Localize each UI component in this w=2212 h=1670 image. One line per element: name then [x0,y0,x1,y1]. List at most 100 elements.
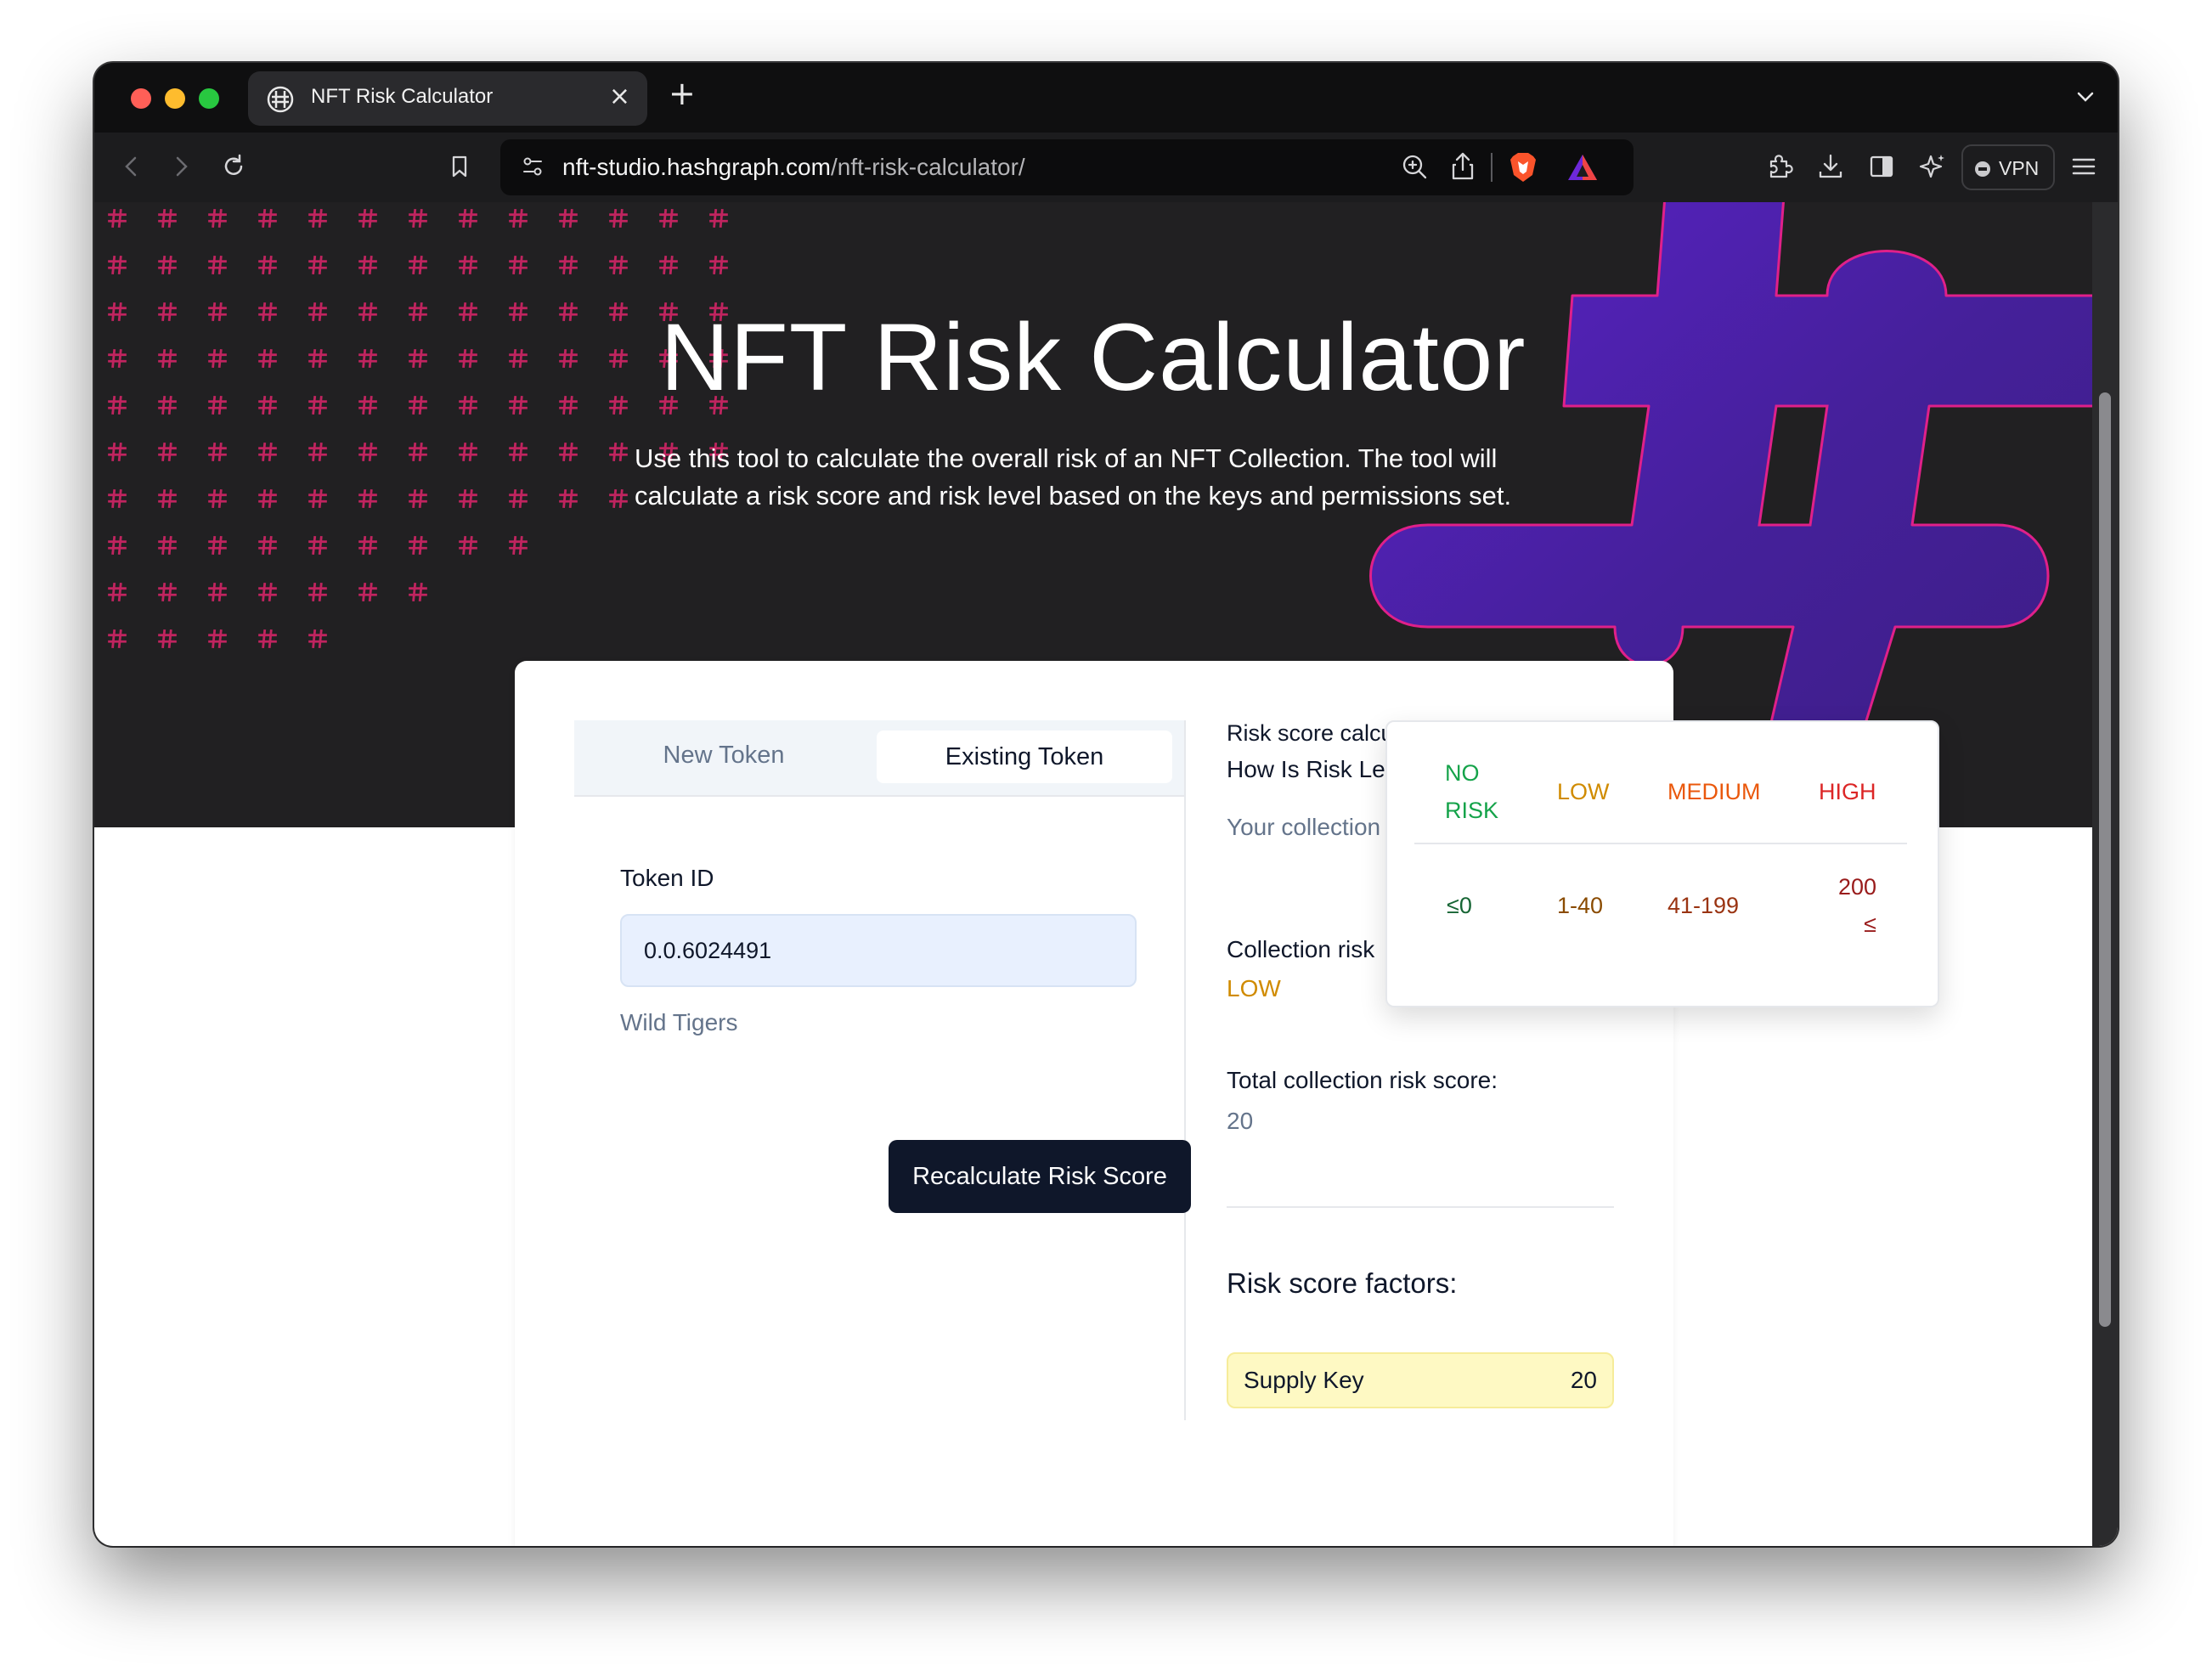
tab-title: NFT Risk Calculator [311,85,494,108]
popover-header-no-risk: NO RISK [1445,754,1498,829]
hash-pattern-mark [206,581,229,603]
hash-pattern-mark [106,628,128,650]
collection-risk-level: LOW [1227,975,1281,1001]
close-window-button[interactable] [131,88,151,109]
hash-pattern-mark [307,254,329,276]
page-subtitle: Use this tool to calculate the overall r… [635,443,1512,511]
hash-pattern-mark [708,254,730,276]
brave-rewards-icon[interactable] [1566,151,1600,183]
risk-factor-row: Supply Key 20 [1227,1352,1614,1408]
hash-pattern-mark [156,628,178,650]
site-settings-icon[interactable] [517,151,548,182]
token-form-panel: New Token Existing Token Token ID Wild T… [574,720,1191,1420]
browser-window: NFT Risk Calculator × + nft-studio.hashg… [94,63,2118,1546]
hash-pattern-mark [507,488,529,510]
chevron-down-icon[interactable] [2074,85,2097,109]
zoom-window-button[interactable] [199,88,219,109]
browser-toolbar: nft-studio.hashgraph.com/nft-risk-calcul… [94,133,2118,202]
reload-icon[interactable] [217,150,251,183]
tab-new-token[interactable]: New Token [574,729,873,781]
hash-pattern-mark [106,207,128,229]
hash-pattern-mark [156,441,178,463]
zoom-icon[interactable] [1399,151,1431,183]
popover-header-line: RISK [1445,798,1499,823]
hash-pattern-mark [257,207,279,229]
hash-pattern-mark [206,254,229,276]
bookmark-icon[interactable] [443,150,477,183]
hash-pattern-mark [457,207,479,229]
extensions-icon[interactable] [1763,150,1797,183]
hash-pattern-mark [507,441,529,463]
hash-pattern-mark [307,628,329,650]
tab-existing-token[interactable]: Existing Token [877,731,1172,783]
hash-pattern-mark [407,207,429,229]
brave-shield-icon[interactable] [1506,150,1540,185]
hash-pattern-mark [657,207,680,229]
risk-level-popover: NO RISK LOW MEDIUM HIGH ≤0 1-40 41-199 2… [1385,720,1939,1007]
hash-pattern-mark [557,254,579,276]
hash-pattern-mark [307,534,329,556]
browser-tab-active[interactable]: NFT Risk Calculator × [248,71,647,126]
menu-icon[interactable] [2067,150,2101,183]
hash-pattern-mark [156,581,178,603]
hash-pattern-mark [257,628,279,650]
total-risk-score-value: 20 [1227,1108,1254,1134]
popover-value-line: 200 [1837,874,1876,900]
hash-pattern-mark [357,207,379,229]
hash-pattern-mark [257,254,279,276]
hash-pattern-mark [607,441,629,463]
popover-value-medium: 41-199 [1667,893,1740,918]
hash-pattern-mark [407,441,429,463]
hash-pattern-mark [206,488,229,510]
hash-pattern-mark [257,441,279,463]
hash-pattern-mark [106,488,128,510]
hash-pattern-mark [257,581,279,603]
hash-pattern-mark [257,488,279,510]
download-icon[interactable] [1814,150,1848,183]
hash-pattern-mark [407,534,429,556]
hash-pattern-mark [307,488,329,510]
leo-ai-icon[interactable] [1916,150,1950,183]
url-path: /nft-risk-calculator/ [830,154,1025,180]
hash-pattern-mark [457,488,479,510]
recalculate-risk-button[interactable]: Recalculate Risk Score [889,1140,1191,1213]
token-type-tabs: New Token Existing Token [574,720,1184,797]
hash-pattern-mark [357,254,379,276]
token-id-input[interactable] [620,914,1137,987]
hash-pattern-mark [357,441,379,463]
hash-pattern-mark [106,581,128,603]
title-bar: NFT Risk Calculator × + [94,63,2118,133]
hash-pattern-mark [607,207,629,229]
hash-pattern-mark [407,254,429,276]
vpn-button[interactable]: VPN [1961,144,2055,190]
new-tab-button[interactable]: + [669,75,696,112]
hash-pattern-mark [357,534,379,556]
token-name: Wild Tigers [620,1009,738,1035]
popover-value-line: ≤ [1864,911,1876,937]
url-text[interactable]: nft-studio.hashgraph.com/nft-risk-calcul… [562,154,1025,181]
token-id-label: Token ID [620,865,714,891]
hash-pattern-mark [457,534,479,556]
minimize-window-button[interactable] [165,88,185,109]
page-scrollbar-thumb[interactable] [2099,392,2111,1327]
tab-close-icon[interactable]: × [609,82,630,111]
popover-divider [1414,843,1907,844]
url-host: nft-studio.hashgraph.com [562,154,831,180]
forward-arrow-icon[interactable] [164,150,198,183]
vpn-status-icon [1975,161,1990,177]
popover-value-no-risk: ≤0 [1447,893,1472,918]
hash-pattern-mark [507,207,529,229]
back-arrow-icon[interactable] [115,150,149,183]
popover-value-low: 1-40 [1557,893,1604,918]
total-risk-score-label: Total collection risk score: [1227,1067,1498,1093]
hash-pattern-mark [407,581,429,603]
hash-pattern-mark [457,441,479,463]
hash-pattern-mark [557,488,579,510]
hash-pattern-mark [557,441,579,463]
hash-pattern-mark [206,207,229,229]
sidebar-toggle-icon[interactable] [1865,150,1899,183]
share-icon[interactable] [1447,150,1479,183]
hash-pattern-mark [206,628,229,650]
address-bar[interactable]: nft-studio.hashgraph.com/nft-risk-calcul… [500,139,1634,195]
hash-pattern-mark [206,534,229,556]
